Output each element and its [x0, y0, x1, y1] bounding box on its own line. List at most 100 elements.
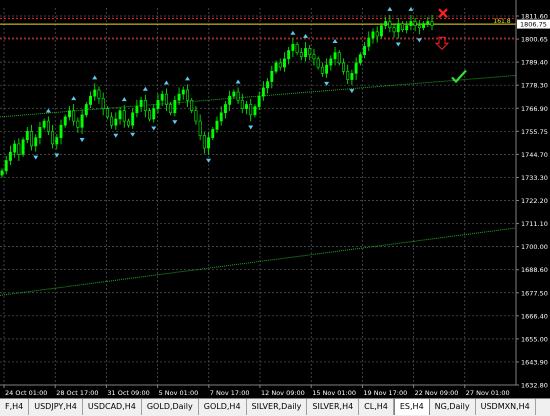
- candle-body: [346, 70, 350, 80]
- candle-body: [392, 27, 396, 33]
- symbol-tab-label: SILVER,Daily: [251, 402, 302, 411]
- candle-body: [253, 106, 257, 116]
- candle-body: [422, 23, 426, 29]
- symbol-tab[interactable]: F,H4: [0, 399, 30, 415]
- fractal-up-arrow: [235, 79, 241, 84]
- fractal-up-arrow: [45, 108, 51, 113]
- candle-body: [46, 120, 50, 132]
- symbol-tab[interactable]: GOLD,Daily: [142, 399, 199, 415]
- price-tick-label: 1632.80: [521, 382, 548, 390]
- candle-body: [329, 58, 333, 66]
- candle-body: [164, 93, 168, 105]
- price-tick-label: 1755.75: [521, 128, 548, 136]
- symbol-tab[interactable]: CL,H4: [359, 399, 394, 415]
- candle-body: [51, 131, 55, 145]
- candle-body: [198, 120, 202, 136]
- price-tick-label: 1688.60: [521, 266, 548, 274]
- price-tick-label: 1766.90: [521, 105, 548, 113]
- fractal-down-arrow: [130, 132, 136, 137]
- candle-body: [207, 137, 211, 149]
- price-tick-label: 1722.20: [521, 197, 548, 205]
- candle-body: [236, 91, 240, 101]
- candle-body: [84, 104, 88, 116]
- candle-body: [223, 104, 227, 114]
- candle-body: [89, 95, 92, 105]
- symbol-tab[interactable]: SILVER,H4: [307, 399, 360, 415]
- price-tick-label: 1744.70: [521, 151, 548, 159]
- candle-body: [417, 25, 421, 29]
- fractal-down-arrow: [416, 38, 422, 43]
- time-tick-label: 31 Oct 09:00: [107, 389, 149, 397]
- candle-body: [186, 89, 189, 101]
- candle-body: [367, 37, 371, 47]
- fractal-up-arrow: [408, 6, 414, 11]
- price-chart[interactable]: 161.8 1811.60 1800.65 1789.40 1778.30 1766.9…: [0, 0, 550, 398]
- candle-body: [30, 131, 33, 147]
- time-axis: 24 Oct 01:00 28 Oct 17:00 31 Oct 09:00 5 No…: [0, 384, 516, 397]
- candle-body: [337, 52, 341, 64]
- candle-body: [59, 124, 63, 138]
- symbol-tab[interactable]: GOLD,H4: [199, 399, 247, 415]
- time-tick-label: 28 Oct 17:00: [56, 389, 98, 397]
- price-tick-label: 1778.30: [521, 82, 548, 90]
- candle-body: [308, 48, 312, 55]
- price-axis: 1811.60 1800.65 1789.40 1778.30 1766.90 1755.…: [515, 0, 550, 390]
- price-tick-label: 1733.30: [521, 174, 548, 182]
- price-tick-label: 1800.65: [521, 36, 548, 44]
- chart-window[interactable]: 161.8 1811.60 1800.65 1789.40 1778.30 1766.9…: [0, 0, 550, 416]
- symbol-tab[interactable]: USDJPY,H4: [29, 399, 83, 415]
- candle-body: [101, 97, 105, 109]
- candle-body: [215, 120, 219, 130]
- candle-body: [160, 93, 164, 101]
- fractal-down-arrow: [113, 133, 119, 138]
- price-tick-label: 1677.50: [521, 289, 548, 297]
- candle-body: [76, 120, 80, 128]
- candle-body: [194, 110, 198, 122]
- candle-body: [350, 73, 354, 80]
- fractal-down-arrow: [79, 137, 85, 142]
- symbol-tab-label: USDCAD,H4: [87, 402, 136, 411]
- price-tick-label: 1700.00: [521, 243, 548, 251]
- candle-body: [139, 100, 143, 107]
- horizontal-levels: 161.8: [0, 17, 516, 39]
- symbol-tab-label: NG,Daily: [434, 402, 470, 411]
- candle-body: [274, 62, 278, 72]
- fractal-up-arrow: [71, 96, 77, 101]
- fractal-down-arrow: [172, 120, 178, 125]
- candle-body: [118, 110, 122, 120]
- symbol-tab[interactable]: USDCAD,H4: [83, 399, 142, 415]
- fractal-arrows: [33, 6, 422, 163]
- time-tick-label: 5 Nov 01:00: [159, 389, 199, 397]
- fractal-up-arrow: [184, 76, 190, 81]
- candle-body: [295, 44, 299, 53]
- candle-body: [0, 170, 4, 176]
- candle-body: [4, 160, 8, 172]
- candle-body: [384, 21, 388, 26]
- candle-body: [152, 108, 156, 120]
- price-tick-label: 1789.40: [521, 59, 548, 67]
- fib-label: 161.8: [493, 18, 510, 25]
- fractal-up-arrow: [387, 6, 393, 11]
- fractal-up-arrow: [92, 75, 98, 80]
- candle-body: [354, 62, 358, 74]
- symbol-tab[interactable]: SILVER,Daily: [247, 399, 308, 415]
- candle-body: [114, 118, 118, 126]
- time-tick-label: 12 Nov 09:00: [261, 389, 305, 397]
- candle-body: [67, 110, 71, 118]
- candle-body: [80, 114, 84, 128]
- candle-body: [21, 139, 25, 155]
- fractal-up-arrow: [163, 80, 169, 85]
- candle-body: [342, 62, 345, 72]
- candle-body: [143, 100, 147, 112]
- candle-body: [232, 91, 236, 97]
- candle-body: [34, 137, 38, 147]
- candle-body: [320, 66, 324, 74]
- symbol-tab[interactable]: ES,H4: [393, 399, 430, 415]
- symbol-tab-label: SILVER,H4: [312, 402, 354, 411]
- symbol-tab[interactable]: USDMXN,H4: [476, 399, 536, 415]
- candle-body: [135, 106, 139, 114]
- candle-body: [127, 120, 130, 126]
- symbol-tab[interactable]: NG,Daily: [430, 399, 476, 415]
- candle-body: [131, 112, 135, 126]
- fractal-up-arrow: [121, 97, 127, 102]
